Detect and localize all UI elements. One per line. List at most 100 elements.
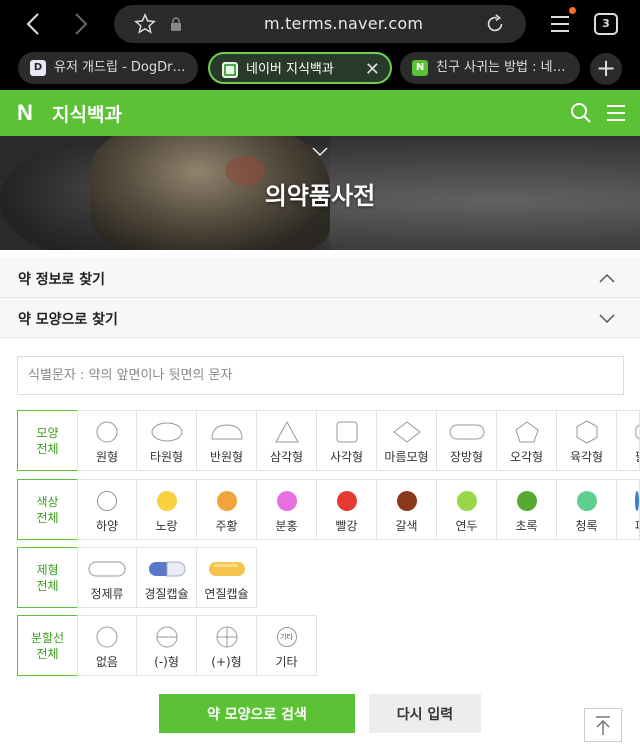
- form-option-tablet[interactable]: 정제류: [77, 547, 137, 608]
- reload-icon[interactable]: [484, 13, 506, 35]
- option-label: 원형: [95, 450, 119, 464]
- search-icon[interactable]: [570, 102, 592, 124]
- shape-option-semicircle[interactable]: 반원형: [197, 410, 257, 471]
- browser-tab-naver-friends[interactable]: N 친구 사귀는 방법 : 네…: [400, 52, 580, 84]
- color-option-orange[interactable]: 주황: [197, 479, 257, 540]
- dosage-form-all-button[interactable]: 제형 전체: [17, 547, 78, 608]
- color-option-red[interactable]: 빨강: [317, 479, 377, 540]
- dogdrip-favicon-icon: D: [30, 60, 46, 76]
- category-label: 모양: [36, 425, 59, 440]
- accordion-drug-info[interactable]: 약 정보로 찾기: [0, 258, 640, 298]
- bookmark-star-icon[interactable]: [134, 13, 156, 35]
- form-option-soft-capsule[interactable]: 연질캡슐: [197, 547, 257, 608]
- category-label-all: 전체: [36, 510, 59, 525]
- option-label: 없음: [95, 655, 119, 669]
- option-label: 사각형: [329, 450, 364, 464]
- option-label: 분홍: [275, 519, 298, 533]
- browser-tab-naver-terms[interactable]: 네이버 지식백과 ✕: [208, 52, 392, 84]
- shape-option-octagon[interactable]: 팔: [617, 410, 640, 471]
- category-label: 분할선: [30, 630, 65, 645]
- browser-menu-icon[interactable]: [548, 12, 572, 36]
- shape-option-rectangle[interactable]: 장방형: [437, 410, 497, 471]
- tab-title: 유저 개드립 - DogDri…: [54, 60, 188, 75]
- color-option-yellow[interactable]: 노랑: [137, 479, 197, 540]
- new-tab-button[interactable]: +: [590, 53, 622, 85]
- orange-swatch-icon: [216, 491, 237, 511]
- shape-option-hexagon[interactable]: 육각형: [557, 410, 617, 471]
- shape-option-diamond[interactable]: 마름모형: [377, 410, 437, 471]
- shape-all-button[interactable]: 모양 전체: [17, 410, 78, 471]
- color-filter-row: 색상 전체 하양 노랑 주황 분홍 빨강 갈색 연두 초록 청록: [17, 479, 640, 540]
- option-label: 빨강: [335, 519, 358, 533]
- naver-terms-favicon-icon: [222, 62, 238, 78]
- tab-strip: D 유저 개드립 - DogDri… 네이버 지식백과 ✕ N 친구 사귀는 방…: [0, 50, 640, 88]
- score-option-other[interactable]: 기타 기타: [257, 615, 317, 676]
- pentagon-shape-icon: [514, 421, 539, 443]
- site-title[interactable]: 지식백과: [52, 100, 122, 127]
- yellow-swatch-icon: [156, 491, 177, 511]
- other-line-icon: 기타: [276, 627, 297, 647]
- search-by-shape-button[interactable]: 약 모양으로 검색: [159, 694, 355, 733]
- chevron-left-icon: [26, 13, 39, 35]
- naver-logo[interactable]: N: [12, 100, 38, 126]
- option-label: 마름모형: [384, 450, 429, 464]
- option-label: 연질캡슐: [204, 587, 249, 601]
- color-option-brown[interactable]: 갈색: [377, 479, 437, 540]
- plus-line-icon: [216, 626, 237, 648]
- color-option-blue[interactable]: 파: [617, 479, 640, 540]
- shape-option-square[interactable]: 사각형: [317, 410, 377, 471]
- chevron-down-icon[interactable]: [310, 146, 330, 158]
- back-button[interactable]: [18, 8, 50, 40]
- address-bar[interactable]: m.terms.naver.com: [114, 5, 526, 43]
- score-line-all-button[interactable]: 분할선 전체: [17, 615, 78, 676]
- browser-chrome: m.terms.naver.com 3 D 유저 개드립 - DogDri… 네…: [0, 0, 640, 90]
- shape-option-oval[interactable]: 타원형: [137, 410, 197, 471]
- option-label: 장방형: [449, 450, 484, 464]
- identifier-text-input[interactable]: [17, 356, 624, 395]
- forward-button[interactable]: [64, 8, 96, 40]
- browser-tab-dogdrip[interactable]: D 유저 개드립 - DogDri…: [18, 52, 198, 84]
- scroll-to-top-button[interactable]: [584, 708, 622, 742]
- reset-button[interactable]: 다시 입력: [369, 694, 481, 733]
- dosage-form-filter-row: 제형 전체 정제류 경질캡슐 연질캡슐: [17, 547, 277, 608]
- pink-swatch-icon: [276, 491, 297, 511]
- score-option-plus[interactable]: (+)형: [197, 615, 257, 676]
- shape-option-pentagon[interactable]: 오각형: [497, 410, 557, 471]
- drug-search-panel: 약 정보로 찾기 약 모양으로 찾기 모양 전체 원형 타원형 반원형 삼각형: [0, 250, 640, 754]
- score-option-minus[interactable]: (-)형: [137, 615, 197, 676]
- option-label: 갈색: [395, 519, 418, 533]
- chevron-down-icon[interactable]: [598, 312, 616, 324]
- accordion-label: 약 정보로 찾기: [18, 272, 106, 288]
- color-all-button[interactable]: 색상 전체: [17, 479, 78, 540]
- triangle-shape-icon: [274, 421, 299, 443]
- option-label: 반원형: [209, 450, 244, 464]
- color-option-white[interactable]: 하양: [77, 479, 137, 540]
- url-text[interactable]: m.terms.naver.com: [264, 14, 423, 33]
- accordion-label: 약 모양으로 찾기: [18, 312, 118, 328]
- score-option-none[interactable]: 없음: [77, 615, 137, 676]
- tab-switcher-button[interactable]: 3: [594, 13, 618, 35]
- option-label: 청록: [575, 519, 598, 533]
- red-swatch-icon: [336, 491, 357, 511]
- shape-option-circle[interactable]: 원형: [77, 410, 137, 471]
- chevron-up-icon[interactable]: [598, 272, 616, 284]
- menu-icon[interactable]: [606, 103, 626, 123]
- accordion-drug-shape[interactable]: 약 모양으로 찾기: [0, 298, 640, 338]
- category-label-all: 전체: [36, 646, 59, 661]
- color-option-teal[interactable]: 청록: [557, 479, 617, 540]
- form-option-hard-capsule[interactable]: 경질캡슐: [137, 547, 197, 608]
- close-tab-icon[interactable]: ✕: [365, 54, 380, 82]
- circle-shape-icon: [96, 421, 118, 443]
- shape-option-triangle[interactable]: 삼각형: [257, 410, 317, 471]
- chevron-right-icon: [75, 13, 88, 35]
- color-option-green[interactable]: 초록: [497, 479, 557, 540]
- tab-title: 친구 사귀는 방법 : 네…: [436, 60, 566, 75]
- color-option-lime[interactable]: 연두: [437, 479, 497, 540]
- naver-favicon-icon: N: [412, 60, 428, 76]
- option-label: 정제류: [90, 587, 124, 601]
- green-swatch-icon: [516, 491, 537, 511]
- color-option-pink[interactable]: 분홍: [257, 479, 317, 540]
- option-label: 타원형: [149, 450, 184, 464]
- option-label: 경질캡슐: [144, 587, 189, 601]
- category-label: 제형: [36, 562, 59, 577]
